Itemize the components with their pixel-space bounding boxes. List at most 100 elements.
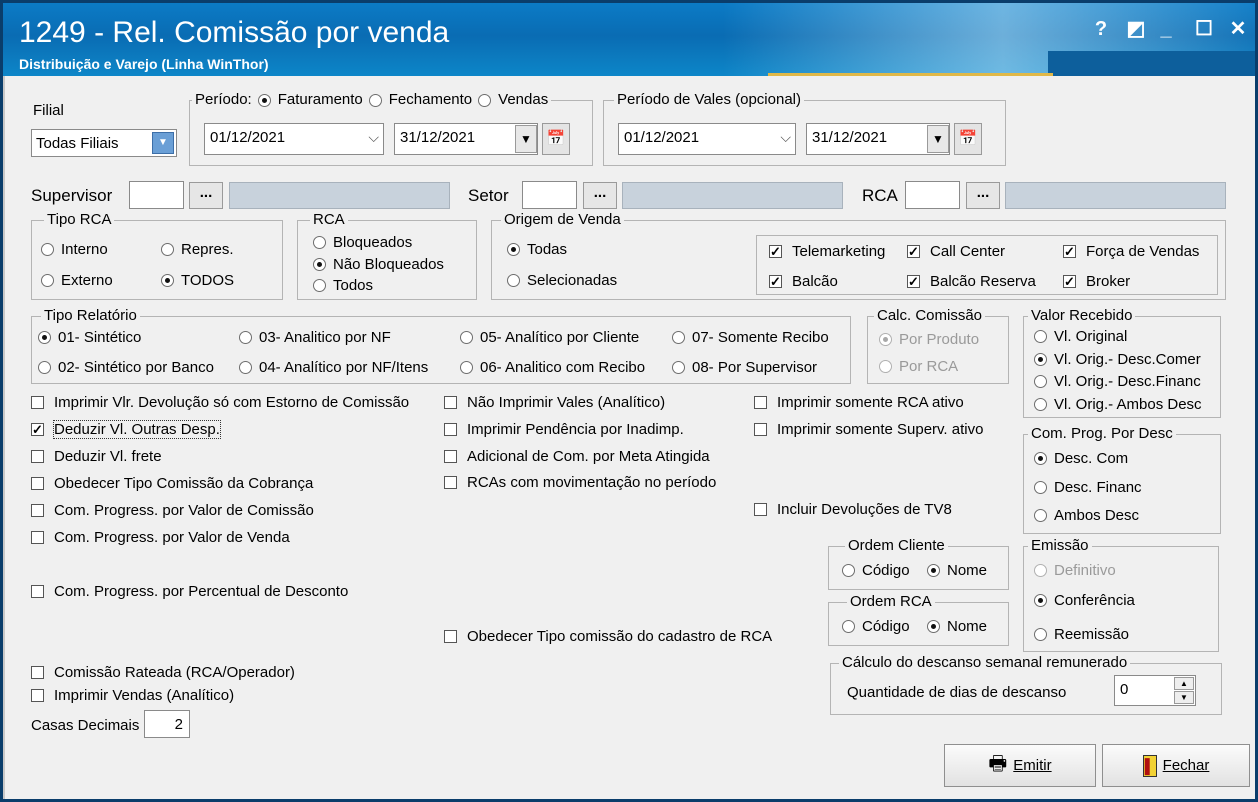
casas-input[interactable]: 2 (144, 710, 190, 738)
check-outras-desp[interactable]: ✓ Deduzir Vl. Outras Desp. (31, 420, 221, 439)
check-imprimir-vendas[interactable]: Imprimir Vendas (Analítico) (31, 687, 234, 704)
radio-label: 05- Analítico por Cliente (480, 329, 640, 346)
radio-tr-04[interactable]: 04- Analítico por NF/Itens (239, 359, 428, 376)
radio-tr-05[interactable]: 05- Analítico por Cliente (460, 329, 639, 346)
radio-desc-com[interactable]: Desc. Com (1034, 450, 1128, 467)
check-deduzir-frete[interactable]: Deduzir Vl. frete (31, 448, 162, 465)
radio-todos[interactable]: TODOS (161, 272, 234, 289)
check-adicional-meta[interactable]: Adicional de Com. por Meta Atingida (444, 448, 710, 465)
vales-end-value: 31/12/2021 (812, 129, 888, 146)
radio-interno[interactable]: Interno (41, 241, 108, 258)
filial-label: Filial (33, 102, 64, 119)
radio-or-codigo[interactable]: Código (842, 618, 910, 635)
ordem-rca-legend: Ordem RCA (847, 593, 935, 611)
radio-faturamento[interactable]: Faturamento (257, 91, 363, 109)
check-tipo-comissao-cadastro[interactable]: Obedecer Tipo comissão do cadastro de RC… (444, 628, 772, 645)
setor-search-button[interactable]: ... (583, 182, 617, 209)
radio-rca-todos[interactable]: Todos (313, 277, 373, 294)
filial-select[interactable]: Todas Filiais ▼ (31, 129, 177, 157)
check-forca-vendas[interactable]: ✓ Força de Vendas (1063, 243, 1199, 260)
vales-start-value: 01/12/2021 (624, 129, 700, 146)
check-balcao-reserva[interactable]: ✓ Balcão Reserva (907, 273, 1036, 290)
check-progress-desconto[interactable]: Com. Progress. por Percentual de Descont… (31, 583, 348, 600)
radio-por-rca[interactable]: Por RCA (879, 358, 958, 375)
radio-vl-original[interactable]: Vl. Original (1034, 328, 1127, 345)
radio-fechamento[interactable]: Fechamento (368, 91, 472, 109)
spin-up-icon[interactable]: ▲ (1174, 677, 1194, 690)
radio-tr-02[interactable]: 02- Sintético por Banco (38, 359, 214, 376)
maximize-icon[interactable]: ☐ (1191, 17, 1217, 41)
check-pendencia-inadimp[interactable]: Imprimir Pendência por Inadimp. (444, 421, 684, 438)
check-tipo-comissao-cobranca[interactable]: Obedecer Tipo Comissão da Cobrança (31, 475, 313, 492)
emitir-button[interactable]: 🖶 Emitir (944, 744, 1096, 787)
restore-icon[interactable]: ◩ (1123, 17, 1149, 41)
check-progress-venda[interactable]: Com. Progress. por Valor de Venda (31, 529, 290, 546)
radio-nao-bloqueados[interactable]: Não Bloqueados (313, 256, 444, 273)
rca-search-button[interactable]: ... (966, 182, 1000, 209)
descanso-legend: Cálculo do descanso semanal remunerado (839, 654, 1131, 672)
radio-reemissao[interactable]: Reemissão (1034, 626, 1129, 643)
radio-por-produto[interactable]: Por Produto (879, 331, 979, 348)
radio-label: 02- Sintético por Banco (58, 359, 214, 376)
periodo-group: Período: Faturamento Fechamento Vendas 0… (189, 91, 593, 166)
radio-tr-01[interactable]: 01- Sintético (38, 329, 141, 346)
radio-tr-08[interactable]: 08- Por Supervisor (672, 359, 817, 376)
check-call-center[interactable]: ✓ Call Center (907, 243, 1005, 260)
periodo-end-input[interactable]: 31/12/2021 ▼ (394, 123, 538, 155)
radio-tr-06[interactable]: 06- Analitico com Recibo (460, 359, 645, 376)
supervisor-search-button[interactable]: ... (189, 182, 223, 209)
descanso-spinner[interactable]: 0 ▲ ▼ (1114, 675, 1196, 706)
close-icon[interactable]: ✕ (1225, 17, 1251, 41)
check-rca-ativo[interactable]: Imprimir somente RCA ativo (754, 394, 964, 411)
setor-code-input[interactable] (522, 181, 577, 209)
calendar-icon[interactable]: 📅 (954, 123, 982, 155)
check-broker[interactable]: ✓ Broker (1063, 273, 1130, 290)
check-superv-ativo[interactable]: Imprimir somente Superv. ativo (754, 421, 983, 438)
radio-label: Nome (947, 562, 988, 579)
radio-origem-selecionadas[interactable]: Selecionadas (507, 272, 617, 289)
vales-end-input[interactable]: 31/12/2021 ▼ (806, 123, 950, 155)
radio-bloqueados[interactable]: Bloqueados (313, 234, 412, 251)
radio-tr-03[interactable]: 03- Analitico por NF (239, 329, 391, 346)
periodo-start-input[interactable]: 01/12/2021 ⌵ (204, 123, 384, 155)
radio-externo[interactable]: Externo (41, 272, 113, 289)
check-label: Imprimir Vendas (Analítico) (54, 687, 235, 704)
check-telemarketing[interactable]: ✓ Telemarketing (769, 243, 885, 260)
radio-desc-financ[interactable]: Desc. Financ (1034, 479, 1142, 496)
radio-repres[interactable]: Repres. (161, 241, 234, 258)
radio-tr-07[interactable]: 07- Somente Recibo (672, 329, 829, 346)
radio-vl-ambos-desc[interactable]: Vl. Orig.- Ambos Desc (1034, 396, 1202, 413)
origem-legend: Origem de Venda (501, 211, 624, 229)
chevron-down-icon[interactable]: ⌵ (368, 129, 379, 146)
check-rcas-movimentacao[interactable]: RCAs com movimentação no período (444, 474, 716, 491)
check-progress-comissao[interactable]: Com. Progress. por Valor de Comissão (31, 502, 314, 519)
spin-down-icon[interactable]: ▼ (1174, 691, 1194, 704)
radio-or-nome[interactable]: Nome (927, 618, 987, 635)
radio-conferencia[interactable]: Conferência (1034, 592, 1135, 609)
chevron-down-icon[interactable]: ▼ (927, 125, 949, 153)
calendar-icon[interactable]: 📅 (542, 123, 570, 155)
chevron-down-icon[interactable]: ▼ (515, 125, 537, 153)
chevron-down-icon[interactable]: ▼ (152, 132, 174, 154)
radio-oc-nome[interactable]: Nome (927, 562, 987, 579)
radio-label: Desc. Com (1054, 450, 1129, 467)
radio-origem-todas[interactable]: Todas (507, 241, 567, 258)
radio-vendas[interactable]: Vendas (478, 91, 548, 109)
help-icon[interactable]: ? (1088, 17, 1114, 41)
radio-vl-desc-comer[interactable]: Vl. Orig.- Desc.Comer (1034, 351, 1201, 368)
radio-ambos-desc[interactable]: Ambos Desc (1034, 507, 1139, 524)
rca-code-input[interactable] (905, 181, 960, 209)
check-balcao[interactable]: ✓ Balcão (769, 273, 838, 290)
vales-start-input[interactable]: 01/12/2021 ⌵ (618, 123, 796, 155)
check-nao-imprimir-vales[interactable]: Não Imprimir Vales (Analítico) (444, 394, 665, 411)
check-comissao-rateada[interactable]: Comissão Rateada (RCA/Operador) (31, 664, 295, 681)
chevron-down-icon[interactable]: ⌵ (780, 129, 791, 146)
supervisor-code-input[interactable] (129, 181, 184, 209)
minimize-icon[interactable]: _ (1153, 17, 1179, 41)
fechar-button[interactable]: ▌ Fechar (1102, 744, 1250, 787)
radio-vl-desc-financ[interactable]: Vl. Orig.- Desc.Financ (1034, 373, 1201, 390)
radio-definitivo[interactable]: Definitivo (1034, 562, 1116, 579)
check-devolucoes-tv8[interactable]: Incluir Devoluções de TV8 (754, 501, 952, 518)
radio-oc-codigo[interactable]: Código (842, 562, 910, 579)
check-devolucao-estorno[interactable]: Imprimir Vlr. Devolução só com Estorno d… (31, 394, 409, 411)
